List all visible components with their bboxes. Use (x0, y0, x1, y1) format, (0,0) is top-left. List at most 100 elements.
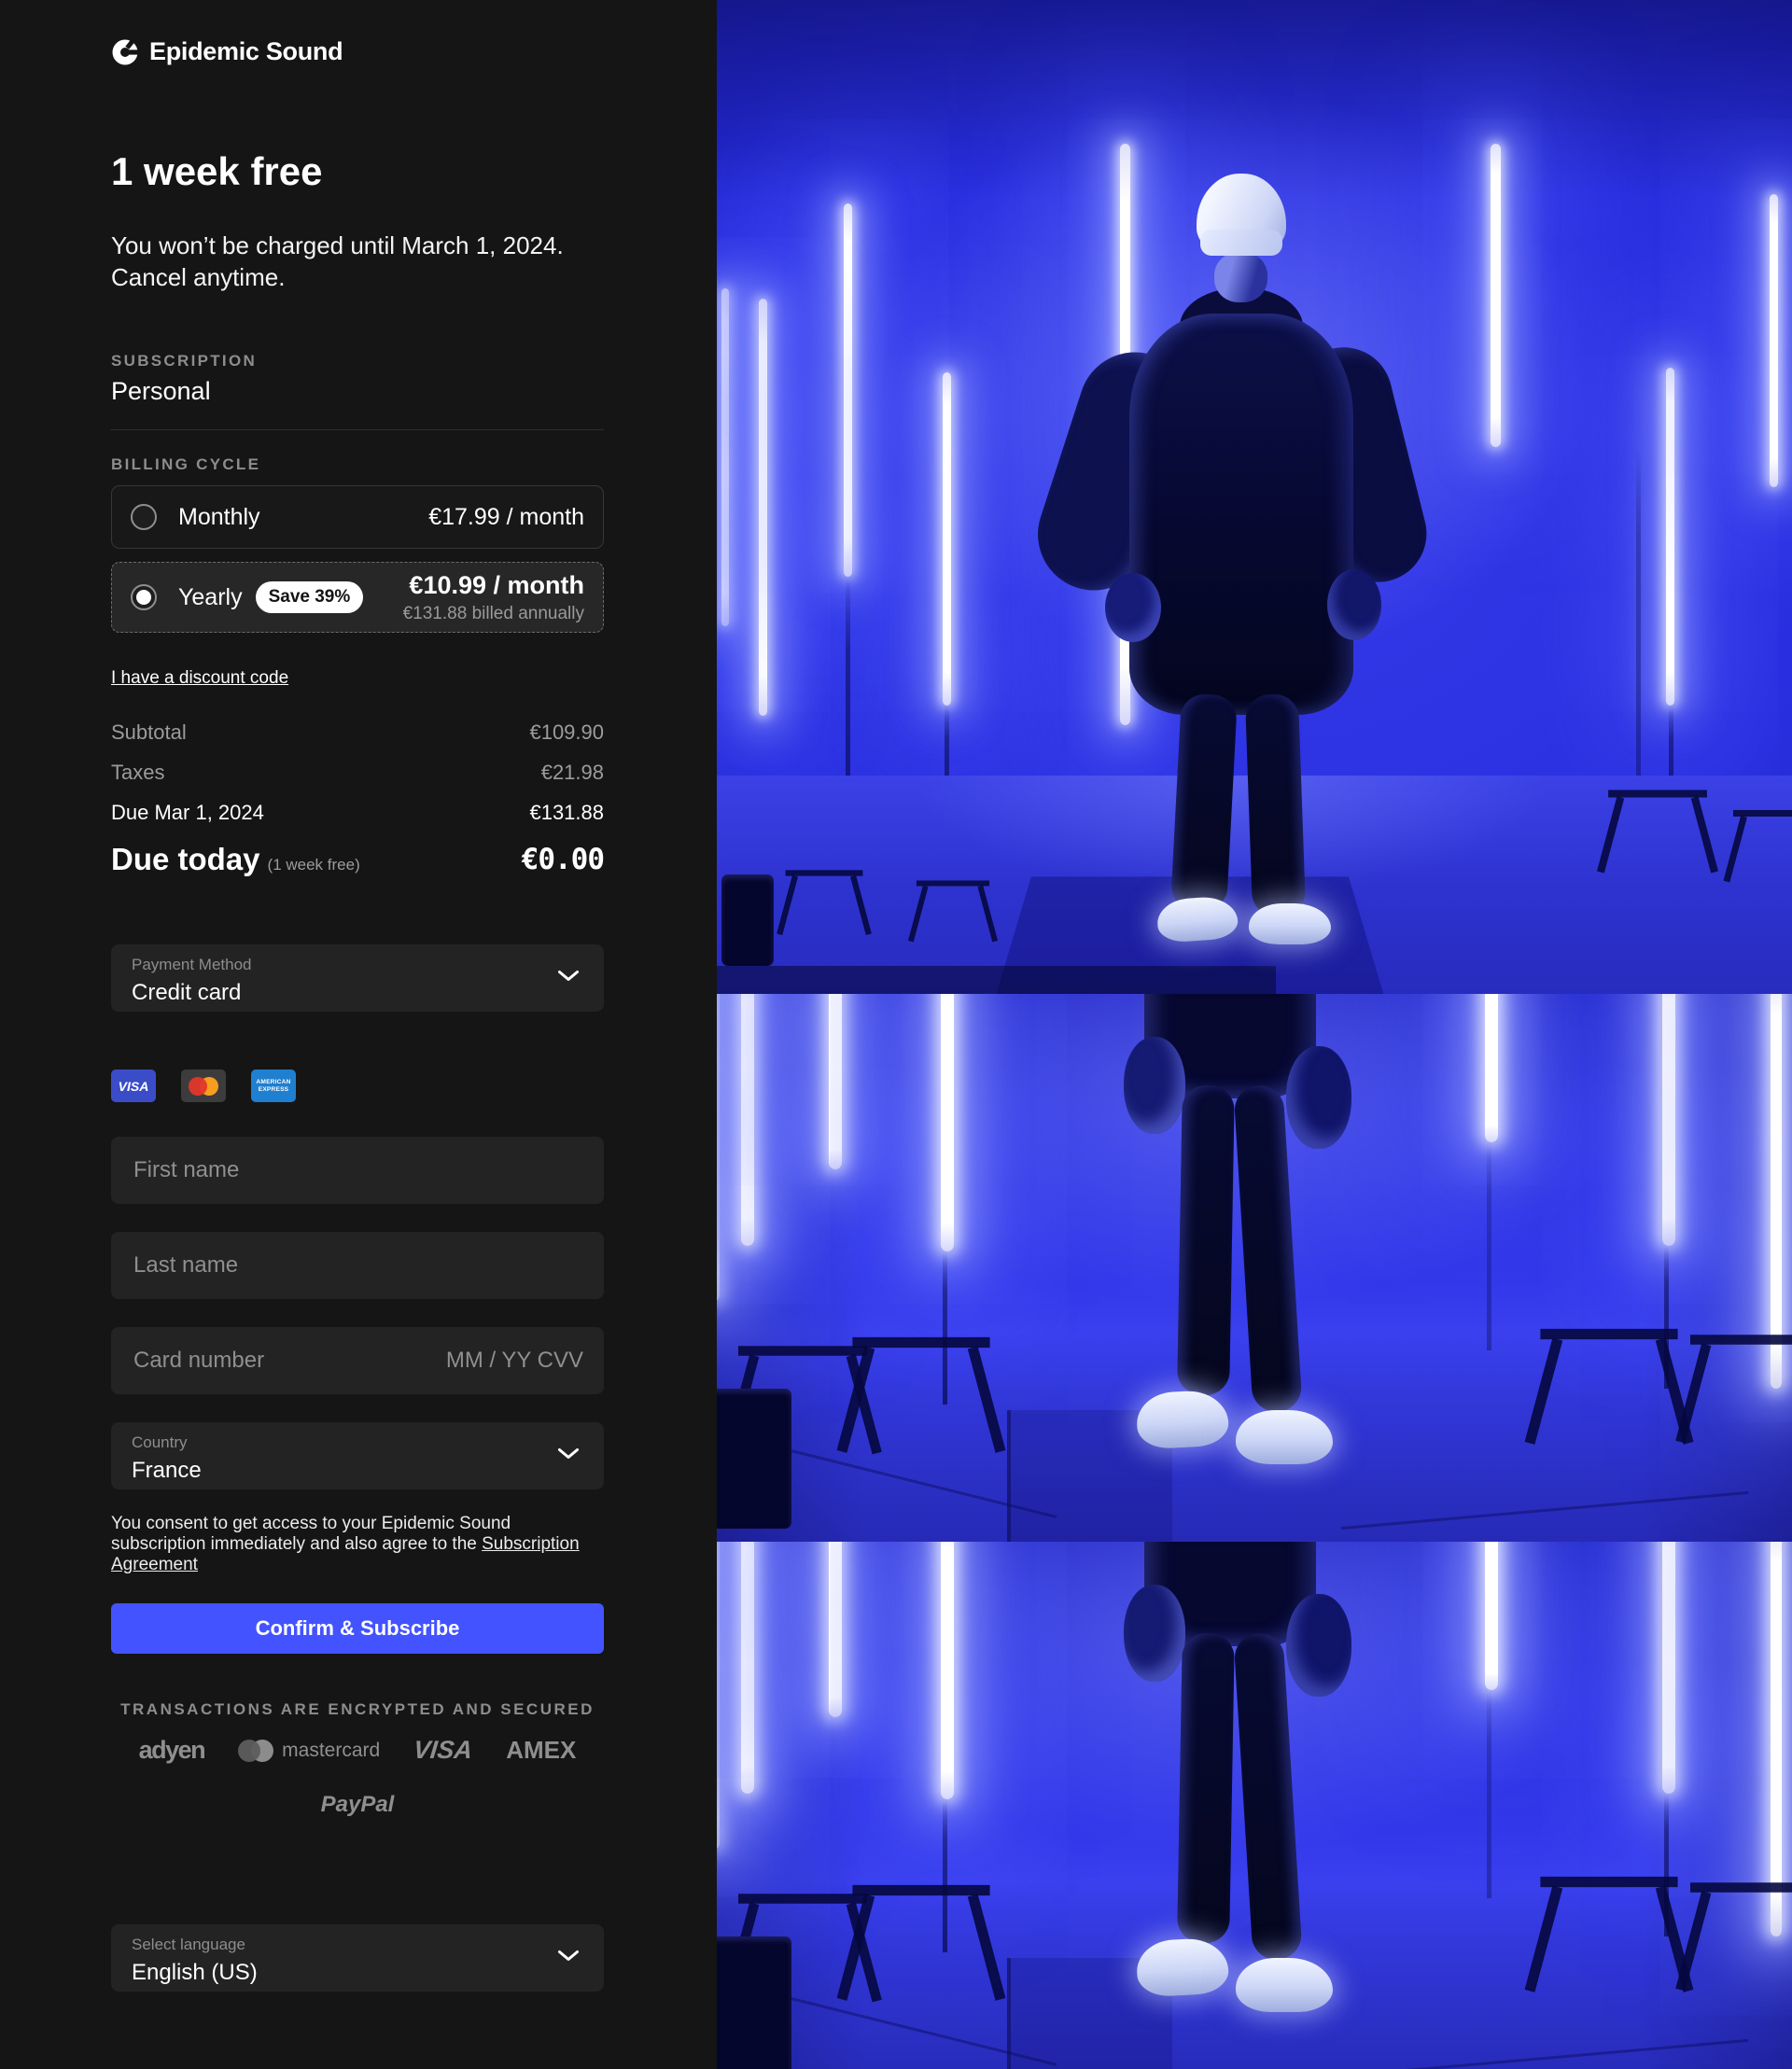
payment-method-value: Credit card (132, 980, 583, 1006)
card-number-field[interactable]: MM / YY CVV (111, 1327, 604, 1394)
neon-tube (1485, 1542, 1498, 1690)
neon-tube (759, 299, 767, 716)
page-subtitle: You won’t be charged until March 1, 2024… (111, 230, 604, 293)
neon-tube (844, 203, 852, 576)
checkout-page: Epidemic Sound 1 week free You won’t be … (0, 0, 1792, 2069)
tube-stand-pole (943, 1251, 947, 1405)
leg (1233, 1084, 1302, 1414)
mastercard-logo: mastercard (238, 1739, 380, 1763)
language-label: Select language (132, 1936, 583, 1954)
billing-option-name: Monthly (178, 504, 260, 531)
country-label: Country (132, 1433, 583, 1452)
light-stand (1540, 1877, 1677, 1887)
face (1214, 252, 1267, 302)
neon-tube (943, 372, 951, 706)
country-value: France (132, 1458, 583, 1484)
subscription-plan: Personal (111, 377, 604, 406)
hand (1105, 573, 1161, 642)
beanie-band (1200, 230, 1282, 256)
sneaker (1236, 1410, 1333, 1464)
light-stand (738, 1894, 867, 1904)
brand-name: Epidemic Sound (149, 37, 343, 66)
visa-logo: VISA (413, 1736, 474, 1765)
summary-value: €109.90 (529, 720, 604, 745)
due-today-value: €0.00 (522, 843, 604, 876)
stage-scene-zoom (717, 994, 1792, 1542)
neon-tube (1771, 994, 1782, 1389)
divider (111, 429, 604, 430)
neon-tube (741, 994, 754, 1246)
neon-tube (1662, 994, 1675, 1246)
sneaker (1135, 1389, 1229, 1449)
card-expiry-cvv-placeholder[interactable]: MM / YY CVV (446, 1348, 583, 1374)
equipment-case (717, 1389, 791, 1529)
billing-option-monthly[interactable]: Monthly €17.99 / month (111, 485, 604, 549)
visa-card-icon: VISA (111, 1069, 156, 1102)
neon-tube (1770, 194, 1778, 487)
leg (1233, 1632, 1302, 1962)
billing-option-price: €17.99 / month (428, 504, 584, 531)
brand-logo: Epidemic Sound (111, 37, 604, 66)
tube-stand-pole (1636, 447, 1641, 804)
equipment-case (717, 1936, 791, 2069)
payment-method-label: Payment Method (132, 956, 583, 974)
radio-button-monthly[interactable] (131, 504, 157, 530)
language-value: English (US) (132, 1960, 583, 1986)
hero-image (717, 0, 1792, 2069)
summary-label: Taxes (111, 761, 164, 785)
discount-code-link[interactable]: I have a discount code (111, 668, 288, 688)
billing-cycle-label: BILLING CYCLE (111, 455, 604, 474)
neon-tube (1485, 994, 1498, 1142)
radio-button-yearly[interactable] (131, 584, 157, 610)
tube-stand-pole (1487, 1689, 1491, 1897)
summary-row: Subtotal €109.90 (111, 720, 604, 745)
billing-option-price: €10.99 / month (403, 571, 584, 600)
light-stand (1690, 1335, 1792, 1345)
neon-tube (1666, 368, 1674, 706)
tube-stand-pole (943, 1799, 947, 1952)
neon-tube (829, 994, 842, 1169)
neon-tube (829, 1542, 842, 1717)
due-today-note: (1 week free) (268, 856, 360, 874)
security-note: TRANSACTIONS ARE ENCRYPTED AND SECURED (111, 1700, 604, 1719)
country-select[interactable]: Country France (111, 1422, 604, 1489)
equipment-case (721, 874, 774, 966)
hand (1124, 1037, 1185, 1134)
neon-tube (717, 1542, 720, 1849)
language-select[interactable]: Select language English (US) (111, 1924, 604, 1992)
consent-text: You consent to get access to your Epidem… (111, 1514, 604, 1575)
subscription-label: SUBSCRIPTION (111, 352, 604, 370)
neon-tube (741, 1542, 754, 1794)
jacket-torso (1129, 314, 1353, 715)
sneaker (1249, 903, 1331, 944)
amex-logo: AMEX (506, 1736, 576, 1765)
confirm-subscribe-button[interactable]: Confirm & Subscribe (111, 1603, 604, 1654)
light-stand (852, 1885, 989, 1895)
card-number-input[interactable] (132, 1347, 446, 1375)
light-stand (1608, 790, 1707, 797)
last-name-field[interactable] (111, 1232, 604, 1299)
last-name-input[interactable] (132, 1251, 583, 1279)
first-name-input[interactable] (132, 1156, 583, 1184)
summary-value: €21.98 (541, 761, 604, 785)
hand (1286, 1594, 1351, 1697)
chevron-down-icon (557, 1950, 580, 1966)
light-stand (738, 1346, 867, 1356)
summary-row: Due Mar 1, 2024 €131.88 (111, 801, 604, 825)
accepted-cards: VISA AMERICAN EXPRESS (111, 1069, 604, 1102)
neon-tube (717, 994, 720, 1301)
summary-label: Subtotal (111, 720, 187, 745)
light-stand (786, 870, 863, 875)
neon-tube (941, 1542, 954, 1799)
light-stand (1690, 1882, 1792, 1893)
neon-tube (1662, 1542, 1675, 1794)
adyen-logo: adyen (139, 1736, 205, 1765)
checkout-panel: Epidemic Sound 1 week free You won’t be … (0, 0, 717, 2069)
billing-option-yearly[interactable]: Yearly Save 39% €10.99 / month €131.88 b… (111, 562, 604, 633)
leg (1170, 693, 1238, 913)
first-name-field[interactable] (111, 1137, 604, 1204)
floor-shadow (717, 966, 1276, 994)
mastercard-card-icon (181, 1069, 226, 1102)
payment-method-select[interactable]: Payment Method Credit card (111, 944, 604, 1012)
due-today-label: Due today(1 week free) (111, 842, 360, 877)
